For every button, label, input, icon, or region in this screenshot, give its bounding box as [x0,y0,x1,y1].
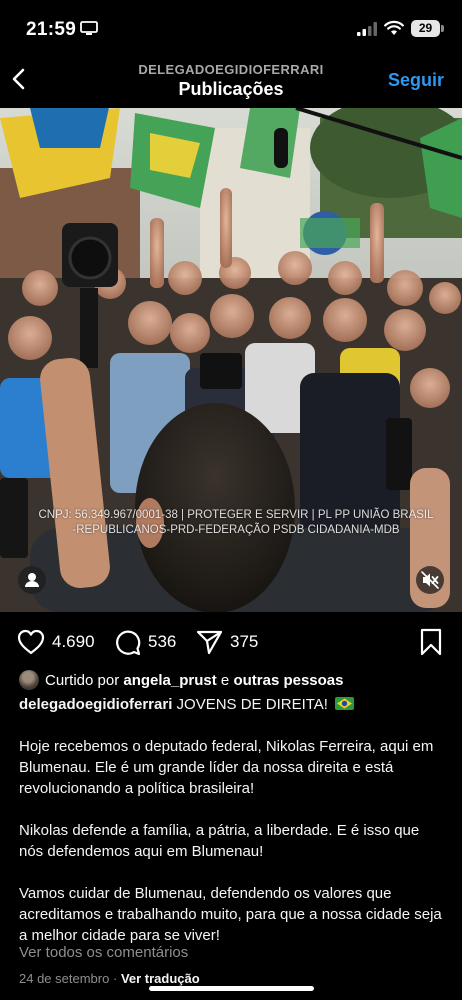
liked-by-others[interactable]: outras pessoas [233,672,343,689]
caption-headline-line: delegadoegidioferrari JOVENS DE DIREITA! [19,694,446,715]
caption-headline: JOVENS DE DIREITA! [176,696,328,713]
overlay-caption-line2: -REPUBLICANOS-PRD-FEDERAÇÃO PSDB CIDADAN… [72,524,400,536]
cellular-signal-icon [357,22,377,36]
comment-button[interactable]: 536 [114,628,176,656]
post-caption: delegadoegidioferrari JOVENS DE DIREITA!… [19,694,446,967]
header: DELEGADOEGIDIOFERRARI Publicações Seguir [0,58,462,108]
wifi-icon [384,20,404,35]
caption-author[interactable]: delegadoegidioferrari [19,696,172,713]
liked-by-and: e [220,671,230,689]
post-photo[interactable]: CNPJ: 56.349.967/0001-38 | PROTEGER E SE… [0,108,462,612]
tagged-people-button[interactable] [18,566,46,594]
post-date: 24 de setembro [19,971,110,986]
speaker-muted-icon [421,571,439,589]
caption-paragraph: Nikolas defende a família, a pátria, a l… [19,822,420,860]
comments-count: 536 [148,632,177,651]
bookmark-icon[interactable] [419,628,443,656]
separator-dot: · [112,971,118,986]
avatar [19,670,39,690]
overlay-caption: CNPJ: 56.349.967/0001-38 | PROTEGER E SE… [36,508,436,538]
liked-by-line[interactable]: Curtido por angela_prust e outras pessoa… [19,669,452,691]
view-all-comments-link[interactable]: Ver todos os comentários [19,944,188,961]
translate-link[interactable]: Ver tradução [121,971,200,986]
post-actions: 4.690 536 375 [0,620,462,662]
screen-mirroring-icon [80,21,98,35]
heart-icon [17,629,45,655]
overlay-caption-line1: CNPJ: 56.349.967/0001-38 | PROTEGER E SE… [38,509,434,521]
battery-cap [441,25,444,32]
follow-button[interactable]: Seguir [388,70,444,91]
shares-count: 375 [230,632,259,651]
liked-by-prefix: Curtido por [45,671,120,689]
battery-indicator: 29 [411,20,440,37]
person-icon [25,573,39,587]
like-button[interactable]: 4.690 [17,628,95,656]
post-footer: 24 de setembro · Ver tradução [19,971,200,986]
status-bar: 21:59 29 [0,0,462,58]
liked-by-user[interactable]: angela_prust [123,672,216,689]
speech-bubble-icon [116,630,141,655]
brazil-flag-icon [335,697,355,710]
mute-button[interactable] [416,566,444,594]
status-time: 21:59 [26,19,77,40]
likes-count: 4.690 [52,632,95,651]
caption-paragraph: Vamos cuidar de Blumenau, defendendo os … [19,885,442,944]
caption-paragraph: Hoje recebemos o deputado federal, Nikol… [19,738,434,797]
share-button[interactable]: 375 [196,628,258,656]
paper-plane-icon [196,630,223,655]
home-indicator[interactable] [149,986,314,991]
